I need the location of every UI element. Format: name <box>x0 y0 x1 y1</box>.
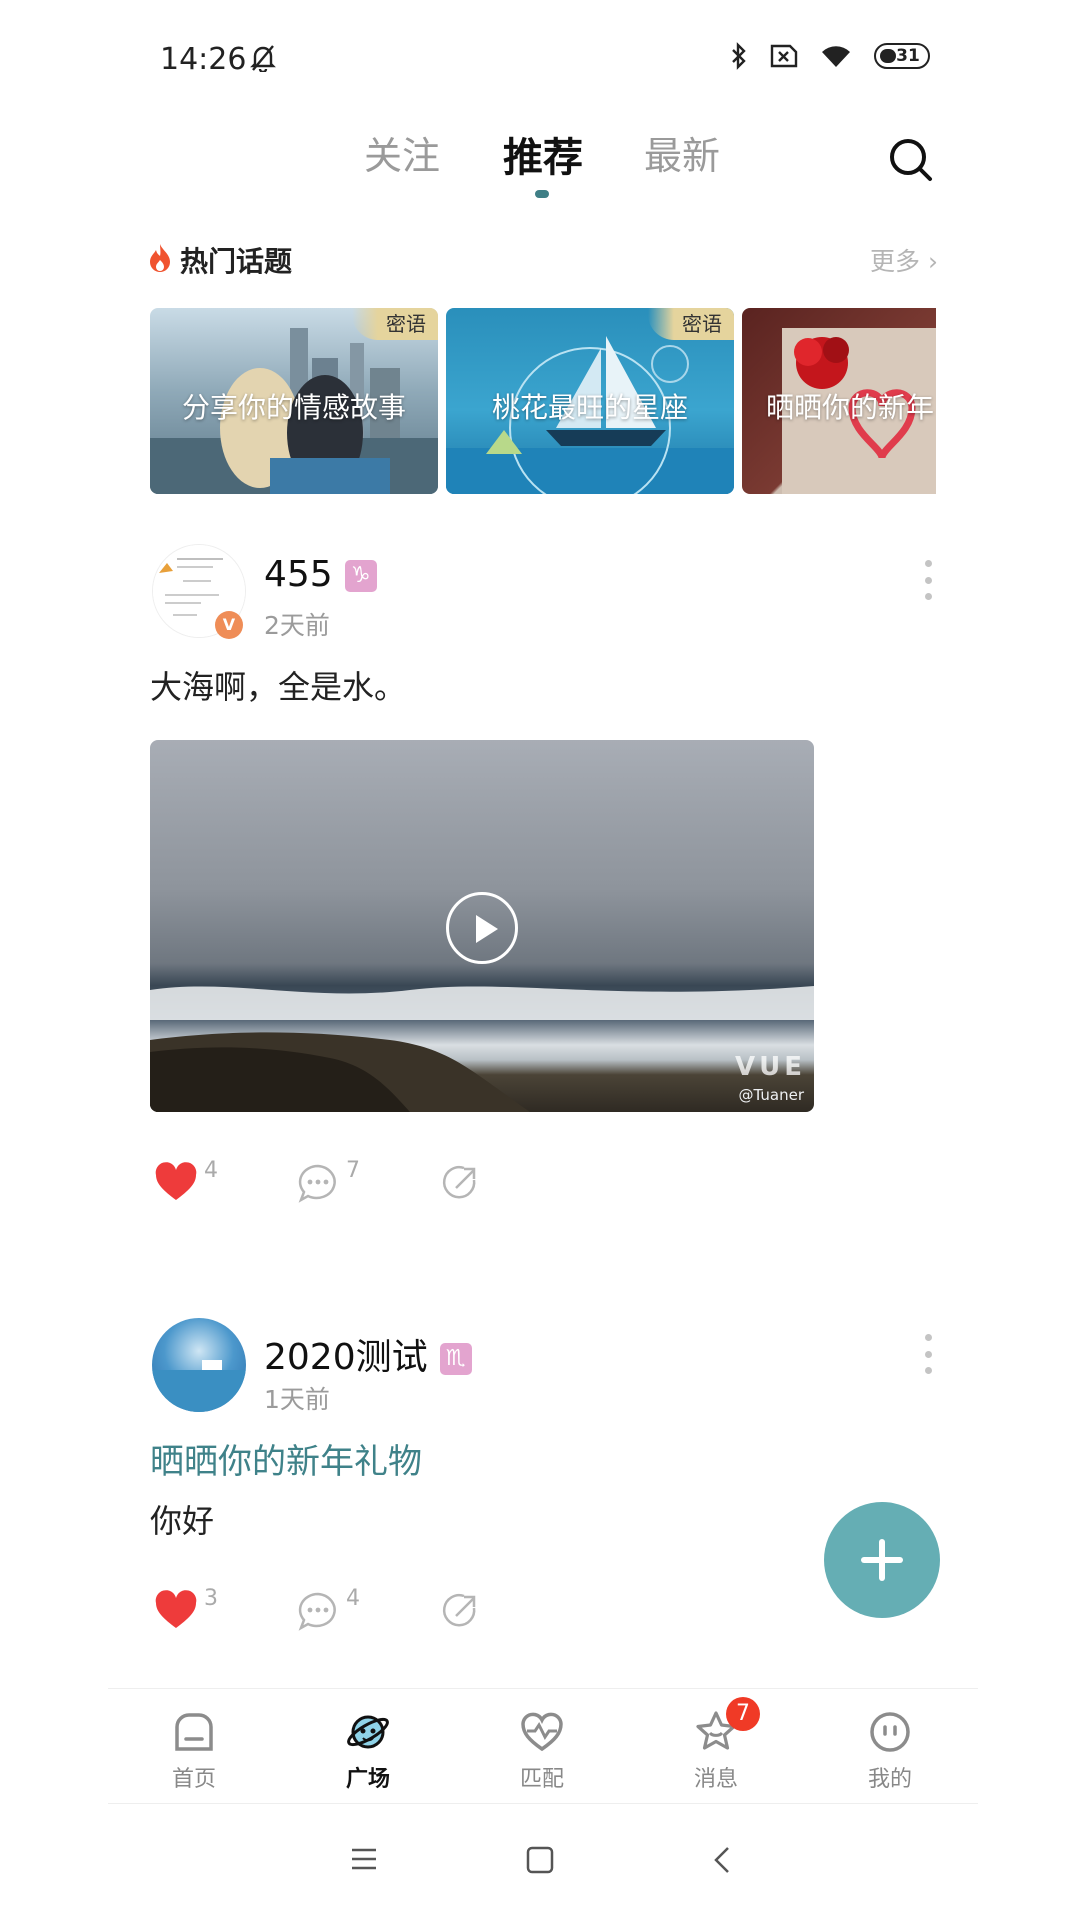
feed-post: 2020测试 ♏ 1天前 晒晒你的新年礼物 你好 3 4 <box>150 1318 940 1658</box>
avatar[interactable] <box>152 1318 246 1412</box>
heart-filled-icon <box>155 1162 197 1200</box>
sim-off-icon <box>770 44 798 68</box>
status-time: 14:26 <box>160 42 247 77</box>
comment-button[interactable]: 7 <box>296 1158 360 1204</box>
hot-topics-carousel[interactable]: 密语 分享你的情感故事 密语 桃花最旺的星座 晒晒你的新年 <box>150 308 936 496</box>
post-topic-link[interactable]: 晒晒你的新年礼物 <box>150 1434 422 1483</box>
more-options-icon[interactable] <box>918 560 938 600</box>
more-options-icon[interactable] <box>918 1334 938 1374</box>
play-button[interactable] <box>446 892 518 964</box>
topic-title: 桃花最旺的星座 <box>491 391 688 424</box>
share-icon <box>442 1594 476 1627</box>
nav-label: 消息 <box>693 1767 738 1792</box>
hot-topics-more-link[interactable]: 更多 › <box>870 242 938 278</box>
back-icon[interactable] <box>712 1846 732 1874</box>
nav-label: 首页 <box>171 1767 216 1792</box>
hot-topics-header: 热门话题 更多 › <box>148 240 938 284</box>
menu-icon[interactable] <box>350 1846 378 1872</box>
comment-button[interactable]: 4 <box>296 1586 360 1632</box>
nav-label: 我的 <box>867 1767 912 1792</box>
topic-title: 分享你的情感故事 <box>181 391 406 424</box>
chevron-right-icon: › <box>928 247 938 276</box>
nav-item-messages[interactable]: 7 消息 <box>646 1689 786 1805</box>
active-tab-indicator <box>535 190 549 198</box>
bottom-nav: 首页 广场 匹配 7 消息 我的 <box>108 1688 978 1804</box>
status-icons: 31 <box>730 42 930 70</box>
nav-item-square[interactable]: 广场 <box>298 1689 438 1805</box>
post-time: 1天前 <box>264 1385 330 1414</box>
topic-tag: 密语 <box>352 308 438 340</box>
topic-card[interactable]: 晒晒你的新年 <box>742 308 936 494</box>
post-video[interactable]: VUE @Tuaner <box>150 740 814 1112</box>
unread-badge: 7 <box>726 1697 760 1731</box>
scorpio-icon: ♏ <box>439 1343 472 1375</box>
video-logo: VUE <box>735 1052 806 1082</box>
topic-tag: 密语 <box>648 308 734 340</box>
comment-icon <box>298 1164 336 1203</box>
battery-level: 31 <box>896 46 920 66</box>
comment-count: 7 <box>346 1158 360 1183</box>
share-button[interactable] <box>440 1162 482 1204</box>
home-square-icon[interactable] <box>526 1846 554 1874</box>
flame-icon <box>150 244 170 272</box>
status-bar: 14:26 31 <box>0 0 1080 120</box>
share-button[interactable] <box>440 1590 482 1632</box>
wifi-icon <box>822 46 850 67</box>
nav-item-home[interactable]: 首页 <box>124 1689 264 1805</box>
nav-label: 匹配 <box>519 1767 564 1792</box>
system-nav-bar <box>0 1804 1080 1920</box>
home-icon <box>175 1713 213 1751</box>
heart-filled-icon <box>155 1590 197 1628</box>
nav-label: 广场 <box>345 1767 390 1792</box>
verified-badge-icon: V <box>215 611 243 639</box>
username-text: 2020测试 <box>264 1337 428 1378</box>
like-button[interactable]: 4 <box>154 1158 218 1202</box>
post-text: 大海啊，全是水。 <box>150 668 407 706</box>
video-watermark: @Tuaner <box>738 1086 805 1104</box>
feed-post: V 455 ♑ 2天前 大海啊，全是水。 VUE @Tuaner 4 7 <box>150 544 940 1203</box>
capricorn-icon: ♑ <box>344 560 377 592</box>
planet-icon <box>347 1715 389 1749</box>
face-icon <box>870 1712 910 1752</box>
topic-card[interactable]: 密语 桃花最旺的星座 <box>446 308 734 494</box>
share-icon <box>442 1166 476 1199</box>
like-count: 3 <box>204 1586 218 1611</box>
like-button[interactable]: 3 <box>154 1586 218 1630</box>
topic-title: 晒晒你的新年 <box>766 391 935 424</box>
post-time: 2天前 <box>264 611 330 640</box>
hot-topics-title: 热门话题 <box>180 245 293 278</box>
comment-count: 4 <box>346 1586 360 1611</box>
topic-card[interactable]: 密语 分享你的情感故事 <box>150 308 438 494</box>
username-text: 455 <box>264 554 333 595</box>
bell-off-icon <box>250 45 276 72</box>
tab-recommended[interactable]: 推荐 <box>503 125 583 183</box>
heart-pulse-icon <box>521 1712 563 1752</box>
bluetooth-icon <box>732 42 746 70</box>
battery-icon: 31 <box>874 43 930 69</box>
post-username[interactable]: 455 ♑ <box>264 554 377 595</box>
avatar-image <box>152 1360 246 1412</box>
search-icon[interactable] <box>886 135 936 185</box>
post-username[interactable]: 2020测试 ♏ <box>264 1328 472 1380</box>
post-actions: 4 7 <box>150 1158 550 1212</box>
like-count: 4 <box>204 1158 218 1183</box>
nav-item-profile[interactable]: 我的 <box>820 1689 960 1805</box>
comment-icon <box>298 1592 336 1631</box>
create-post-button[interactable] <box>824 1502 940 1618</box>
tab-following[interactable]: 关注 <box>364 125 440 180</box>
post-actions: 3 4 <box>150 1586 550 1640</box>
more-label: 更多 <box>870 247 921 276</box>
post-text: 你好 <box>150 1502 215 1540</box>
tab-latest[interactable]: 最新 <box>644 125 720 180</box>
nav-item-match[interactable]: 匹配 <box>472 1689 612 1805</box>
